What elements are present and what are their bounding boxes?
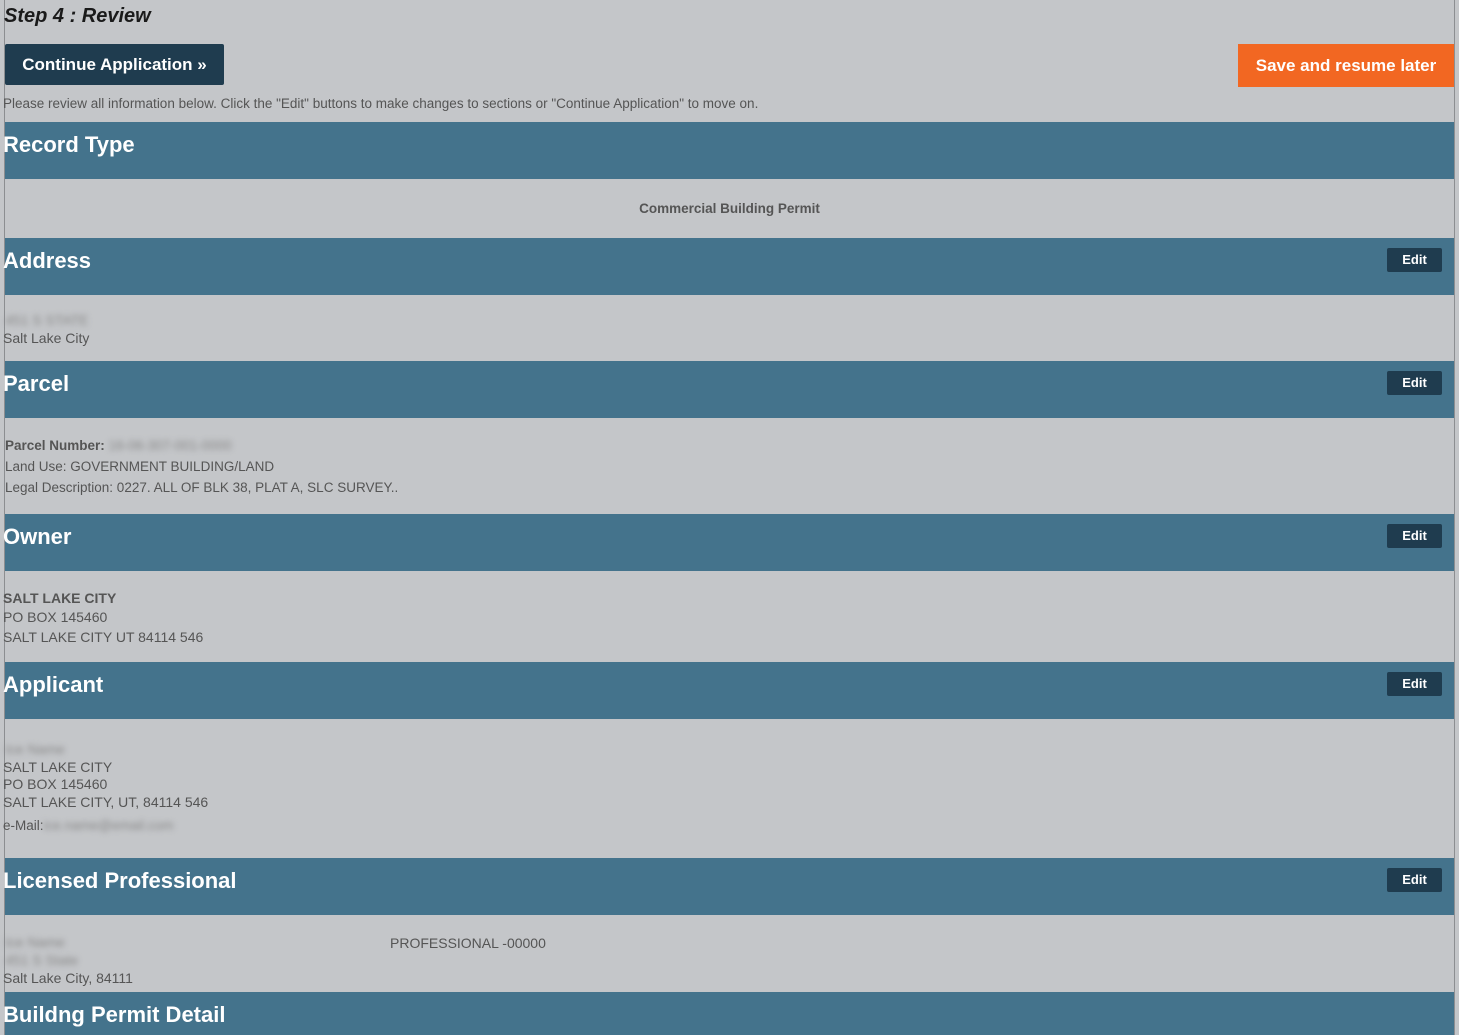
continue-application-button[interactable]: Continue Application » (5, 44, 224, 85)
professional-license-number: PROFESSIONAL -00000 (390, 935, 546, 951)
address-street-redacted: 451 S STATE (5, 312, 89, 328)
address-city: Salt Lake City (3, 330, 90, 346)
section-header-licensed-professional: Licensed Professional Edit (3, 858, 1454, 915)
section-title: Parcel (3, 371, 70, 396)
section-title: Owner (3, 524, 72, 549)
owner-name: SALT LAKE CITY (3, 590, 117, 606)
section-title: Record Type (3, 132, 135, 157)
review-instructions: Please review all information below. Cli… (3, 96, 759, 111)
section-header-address: Address Edit (3, 238, 1454, 295)
edit-address-button[interactable]: Edit (1387, 248, 1442, 272)
applicant-address-line2: SALT LAKE CITY, UT, 84114 546 (3, 794, 209, 810)
applicant-email: e-Mail:ice.name@email.com (3, 818, 174, 833)
section-title: Buildng Permit Detail (3, 1002, 226, 1027)
save-and-resume-later-button[interactable]: Save and resume later (1238, 44, 1454, 87)
record-type-value: Commercial Building Permit (639, 201, 820, 216)
edit-licensed-professional-button[interactable]: Edit (1387, 868, 1442, 892)
owner-address-line2: SALT LAKE CITY UT 84114 546 (3, 629, 204, 645)
parcel-land-use: Land Use: GOVERNMENT BUILDING/LAND (5, 459, 275, 474)
step-title: Step 4 : Review (4, 5, 151, 27)
parcel-number-label: Parcel Number: (5, 438, 105, 453)
professional-city: Salt Lake City, 84111 (3, 970, 133, 986)
edit-owner-button[interactable]: Edit (1387, 524, 1442, 548)
section-header-parcel: Parcel Edit (3, 361, 1454, 418)
parcel-legal-description: Legal Description: 0227. ALL OF BLK 38, … (5, 480, 399, 495)
section-title: Applicant (3, 672, 104, 697)
section-header-owner: Owner Edit (3, 514, 1454, 571)
professional-name-redacted: Ice Name (5, 934, 65, 950)
section-header-record-type: Record Type (3, 122, 1454, 179)
section-title: Address (3, 248, 92, 273)
section-header-permit-detail: Buildng Permit Detail (3, 992, 1454, 1035)
parcel-number: Parcel Number: 16-06-307-001-0000 (5, 438, 232, 453)
applicant-organization: SALT LAKE CITY (3, 759, 113, 775)
email-redacted: ice.name@email.com (43, 818, 174, 833)
owner-address-line1: PO BOX 145460 (3, 609, 108, 625)
parcel-number-redacted: 16-06-307-001-0000 (108, 438, 232, 453)
email-label: e-Mail: (3, 818, 44, 833)
professional-street-redacted: 451 S State (5, 952, 79, 968)
section-header-applicant: Applicant Edit (3, 662, 1454, 719)
applicant-address-line1: PO BOX 145460 (3, 776, 108, 792)
applicant-name-redacted: Ice Name (5, 741, 65, 757)
section-title: Licensed Professional (3, 868, 237, 893)
edit-applicant-button[interactable]: Edit (1387, 672, 1442, 696)
edit-parcel-button[interactable]: Edit (1387, 371, 1442, 395)
